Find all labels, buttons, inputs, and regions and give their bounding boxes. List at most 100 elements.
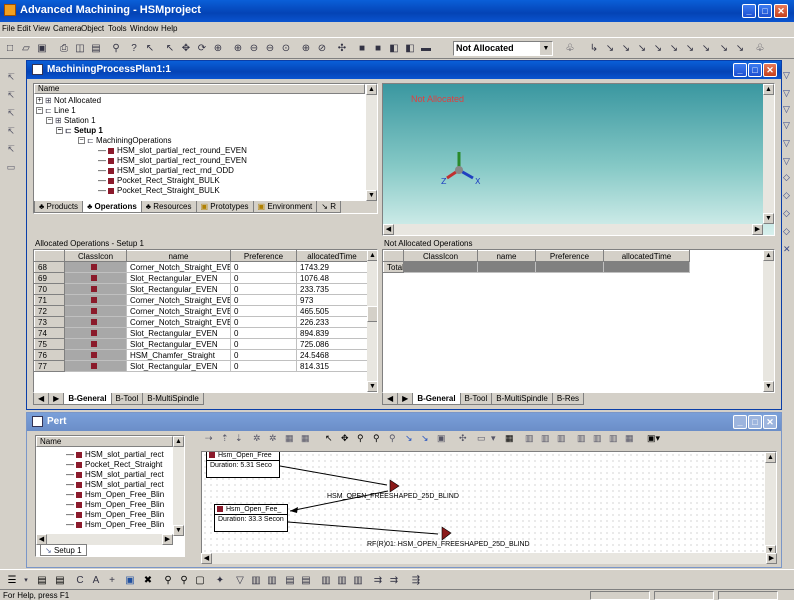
pert-tool-10-icon[interactable]: ▾ <box>491 433 496 444</box>
tree-item-station[interactable]: − ⊞ Station 1 <box>46 116 96 126</box>
pert-tree-item[interactable]: — HSM_slot_partial_rect <box>66 480 164 490</box>
time-cell[interactable]: 1076.48 <box>296 272 368 284</box>
tool-c-icon[interactable]: ↘ <box>602 40 618 56</box>
grid-2-icon[interactable]: ▤ <box>52 572 68 588</box>
pert-pan-icon[interactable]: ✥ <box>341 433 349 444</box>
model-icon[interactable]: ✖ <box>140 572 156 588</box>
tab-operations[interactable]: ♣ Operations <box>82 201 142 213</box>
table-row[interactable]: 74 Slot_Rectangular_EVEN 0 894.839 <box>34 327 368 339</box>
table-9-icon[interactable]: ⇉ <box>386 572 402 588</box>
tree-item-operation[interactable]: — HSM_slot_partial_rect_rnd_ODD <box>98 166 234 176</box>
zoom-all-icon[interactable]: ⊕ <box>298 40 314 56</box>
time-cell[interactable]: 24.5468 <box>296 349 368 361</box>
print-preview-icon[interactable]: ◫ <box>72 40 88 56</box>
close-button[interactable]: ✕ <box>774 4 788 18</box>
table-5-icon[interactable]: ▥ <box>318 572 334 588</box>
zoom-icon[interactable]: ⊖ <box>262 40 278 56</box>
time-cell[interactable]: 894.839 <box>296 327 368 339</box>
right-tool-4-icon[interactable]: ▽ <box>783 120 790 131</box>
print-icon[interactable]: ⎙ <box>56 40 72 56</box>
context-help-icon[interactable]: ↖ <box>142 40 158 56</box>
menu-object[interactable]: Object <box>81 24 104 33</box>
pert-select-icon[interactable]: ↖ <box>325 433 333 444</box>
tree-item-machining-ops[interactable]: − ⊏ MachiningOperations <box>78 136 172 146</box>
pert-hscroll[interactable]: ◀ ▶ <box>201 553 777 564</box>
zoom-out-icon[interactable]: ⊖ <box>246 40 262 56</box>
table-10-icon[interactable]: ⇶ <box>408 572 424 588</box>
collapse-icon[interactable]: − <box>78 137 85 145</box>
rotate-icon[interactable]: ⟳ <box>194 40 210 56</box>
scroll-down-icon[interactable]: ▼ <box>173 525 184 536</box>
scroll-right-icon[interactable]: ▶ <box>162 534 173 545</box>
view-menu-icon[interactable]: ▬ <box>418 40 434 56</box>
pert-canvas[interactable]: Hsm_Open_Free Duration: 5.31 Seco Hsm_Op… <box>201 451 777 557</box>
collapse-icon[interactable]: − <box>36 107 43 115</box>
tool-b-icon[interactable]: ↳ <box>586 40 602 56</box>
collapse-icon[interactable]: − <box>56 127 63 135</box>
view-top-icon[interactable]: ◧ <box>386 40 402 56</box>
time-cell[interactable]: 465.505 <box>296 305 368 317</box>
preference-cell[interactable]: 0 <box>230 360 297 372</box>
scroll-up-icon[interactable]: ▲ <box>765 452 776 463</box>
scroll-left-icon[interactable]: ◀ <box>201 553 212 564</box>
name-cell[interactable]: Corner_Notch_Straight_EVEN <box>126 261 231 273</box>
preference-cell[interactable]: 0 <box>230 261 297 273</box>
plan-close-button[interactable]: ✕ <box>763 63 777 77</box>
table-row[interactable]: 76 HSM_Chamfer_Straight 0 24.5468 <box>34 349 368 361</box>
col-header-allocated-time[interactable]: allocatedTime <box>603 250 690 262</box>
name-cell[interactable]: Slot_Rectangular_EVEN <box>126 360 231 372</box>
tree-item-operation[interactable]: — Pocket_Rect_Straight_BULK <box>98 176 220 186</box>
pert-tool-12-icon[interactable]: ▥ <box>525 433 534 444</box>
not-allocated-vscroll[interactable]: ▲ ▼ <box>763 250 774 392</box>
pert-tool-15-icon[interactable]: ▥ <box>577 433 586 444</box>
chevron-down-icon[interactable]: ▼ <box>540 42 552 55</box>
menu-edit[interactable]: Edit <box>17 24 31 33</box>
expand-icon[interactable]: + <box>36 97 43 105</box>
zoom-area-icon[interactable]: ⊕ <box>210 40 226 56</box>
select-icon[interactable]: ↖ <box>162 40 178 56</box>
col-header-name[interactable]: name <box>477 250 536 262</box>
col-header-name[interactable]: name <box>126 250 231 262</box>
table-row[interactable]: 72 Corner_Notch_Straight_EVEN 0 465.505 <box>34 305 368 317</box>
pert-restore-button[interactable]: □ <box>748 415 762 429</box>
pert-tool-17-icon[interactable]: ▥ <box>609 433 618 444</box>
3d-viewport[interactable]: Not Allocated X Z ▲ ▼ ◀ ▶ <box>382 83 775 236</box>
tool-a-icon[interactable]: ♧ <box>562 40 578 56</box>
time-cell[interactable]: 814.315 <box>296 360 368 372</box>
menu-file[interactable]: File <box>2 24 15 33</box>
tab-setup[interactable]: ↘ Setup 1 <box>40 544 87 556</box>
table-6-icon[interactable]: ▥ <box>334 572 350 588</box>
allocated-vscroll[interactable]: ▲ ▼ <box>367 250 377 392</box>
preference-cell[interactable]: 0 <box>230 338 297 350</box>
tool-i-icon[interactable]: ↘ <box>698 40 714 56</box>
pert-tree-item[interactable]: — Hsm_Open_Free_Blin <box>66 510 164 520</box>
scroll-down-icon[interactable]: ▼ <box>763 213 774 224</box>
time-cell[interactable]: 226.233 <box>296 316 368 328</box>
tab-scroll-right-icon[interactable]: ▶ <box>397 393 414 405</box>
scroll-thumb[interactable] <box>367 306 377 322</box>
scroll-up-icon[interactable]: ▲ <box>763 84 774 95</box>
side-window-icon[interactable]: ▭ <box>4 160 18 174</box>
table-row[interactable]: 69 Slot_Rectangular_EVEN 0 1076.48 <box>34 272 368 284</box>
table-row[interactable]: 75 Slot_Rectangular_EVEN 0 725.086 <box>34 338 368 350</box>
pert-tree-item[interactable]: — Hsm_Open_Free_Blin <box>66 490 164 500</box>
pert-image-icon[interactable]: ▣ <box>437 433 446 444</box>
tree-item-line[interactable]: − ⊏ Line 1 <box>36 106 76 116</box>
tab-b-tool[interactable]: B-Tool <box>459 393 493 405</box>
col-header-classicon[interactable]: ClassIcon <box>64 250 127 262</box>
tab-scroll-left-icon[interactable]: ◀ <box>33 393 50 405</box>
menu-help[interactable]: Help <box>161 24 177 33</box>
pert-vscroll[interactable]: ▲ ▼ <box>765 452 776 556</box>
search-icon[interactable]: ⚲ <box>160 572 176 588</box>
right-tool-2-icon[interactable]: ▽ <box>783 88 790 99</box>
tool-d-icon[interactable]: ↘ <box>618 40 634 56</box>
table-icon[interactable]: ▥ <box>248 572 264 588</box>
pert-tree-item[interactable]: — HSM_slot_partial_rect <box>66 470 164 480</box>
pert-tool-14-icon[interactable]: ▥ <box>557 433 566 444</box>
right-tool-10-icon[interactable]: ◇ <box>783 226 790 237</box>
table-2-icon[interactable]: ▥ <box>264 572 280 588</box>
viewport-hscroll[interactable]: ◀ ▶ <box>383 224 763 235</box>
tab-prototypes[interactable]: ▣ Prototypes <box>195 201 254 213</box>
filter-icon[interactable]: ▽ <box>232 572 248 588</box>
book-icon[interactable]: ▣ <box>122 572 138 588</box>
